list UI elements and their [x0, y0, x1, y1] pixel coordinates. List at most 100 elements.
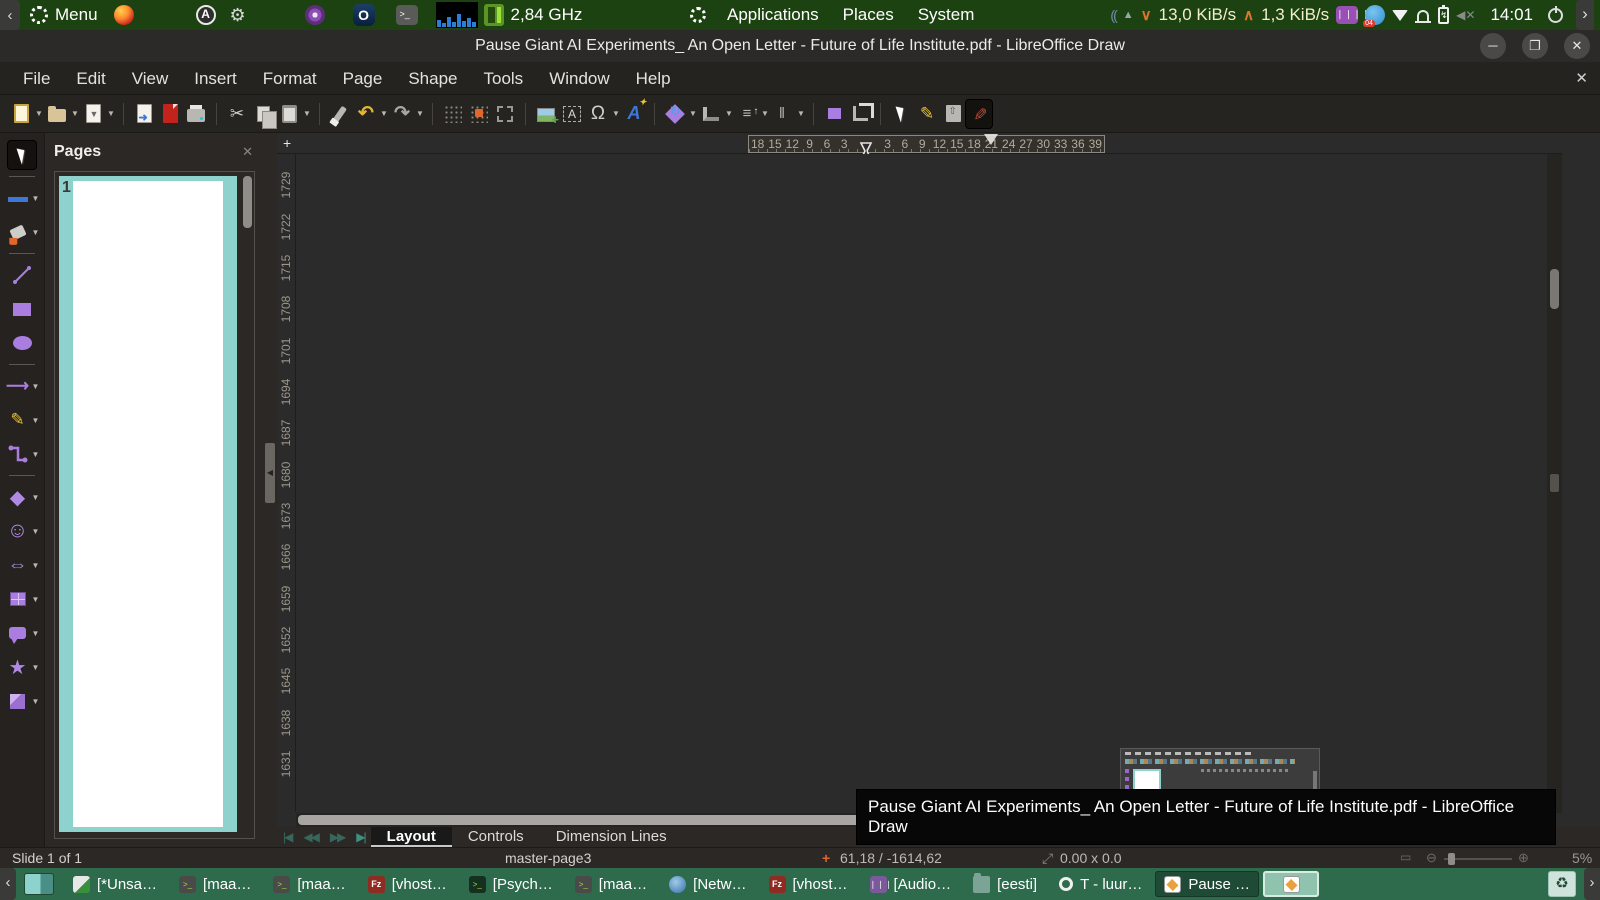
- curve-tool[interactable]: ✎: [4, 406, 32, 434]
- curve-dropdown[interactable]: ▼: [32, 416, 41, 425]
- vertical-scrollbar[interactable]: [1547, 154, 1562, 813]
- firefox-icon[interactable]: [113, 5, 134, 25]
- transformations-button[interactable]: [888, 100, 914, 128]
- rectangle-tool[interactable]: [8, 295, 36, 323]
- tor-browser-icon[interactable]: [304, 5, 325, 25]
- snap-to-grid-button[interactable]: [466, 100, 492, 128]
- menu-edit[interactable]: Edit: [63, 62, 118, 95]
- undo-button[interactable]: ↶: [353, 100, 379, 128]
- next-page-button[interactable]: ▶▶: [330, 830, 347, 844]
- menu-format[interactable]: Format: [250, 62, 330, 95]
- clock[interactable]: 14:01: [1490, 5, 1533, 25]
- callouts-tool[interactable]: [4, 619, 32, 647]
- symbol-shapes-tool[interactable]: ☺: [4, 517, 32, 545]
- close-button[interactable]: ✕: [1564, 33, 1590, 59]
- basic-shapes-tool[interactable]: ◆: [4, 483, 32, 511]
- block-arrows-dropdown[interactable]: ▼: [32, 561, 41, 570]
- zoom-in-button[interactable]: ⊕: [1518, 850, 1529, 866]
- system-menu[interactable]: System: [906, 0, 987, 30]
- cpu-frequency-icon[interactable]: [483, 4, 504, 26]
- rotate-button[interactable]: [662, 100, 688, 128]
- flowchart-tool[interactable]: [4, 585, 32, 613]
- first-page-button[interactable]: |◀: [283, 830, 293, 844]
- task-draw-document-hovered[interactable]: [1263, 871, 1320, 897]
- redo-button[interactable]: ↷: [389, 100, 415, 128]
- export-pdf-button[interactable]: [157, 100, 183, 128]
- wifi-icon[interactable]: ▲: [1123, 9, 1134, 21]
- window-titlebar[interactable]: Pause Giant AI Experiments_ An Open Lett…: [0, 30, 1600, 62]
- cpu-graph-applet[interactable]: [435, 2, 478, 28]
- insert-image-button[interactable]: [533, 100, 559, 128]
- helplines-button[interactable]: [492, 100, 518, 128]
- search-tool-icon[interactable]: A: [195, 5, 216, 25]
- menu-help[interactable]: Help: [623, 62, 684, 95]
- places-menu[interactable]: Places: [831, 0, 906, 30]
- network-signal-icon[interactable]: ((: [1110, 7, 1117, 23]
- panel-collapse-left-button[interactable]: ‹: [0, 0, 20, 30]
- menu-insert[interactable]: Insert: [181, 62, 250, 95]
- applications-menu[interactable]: Applications: [715, 0, 831, 30]
- battery-icon[interactable]: ↯: [1438, 4, 1450, 24]
- line-style-dropdown[interactable]: ▼: [32, 194, 41, 203]
- pages-panel-close-icon[interactable]: ✕: [242, 144, 253, 160]
- zoom-fit-icon[interactable]: ▭: [1400, 850, 1411, 864]
- new-document-dropdown[interactable]: ▼: [34, 100, 44, 128]
- menu-tools[interactable]: Tools: [471, 62, 537, 95]
- opera-icon[interactable]: O: [352, 4, 375, 26]
- cpu-frequency-label[interactable]: 2,84 GHz: [511, 5, 583, 25]
- task-opera[interactable]: T - luur…: [1050, 871, 1151, 897]
- open-dropdown[interactable]: ▼: [70, 100, 80, 128]
- save-dropdown[interactable]: ▼: [106, 100, 116, 128]
- task-unsaved-document[interactable]: [*Unsa…: [64, 871, 166, 897]
- panel-collapse-right-button[interactable]: ›: [1576, 0, 1594, 30]
- task-filezilla-1[interactable]: Fz [vhost…: [359, 871, 456, 897]
- print-button[interactable]: [183, 100, 209, 128]
- callouts-dropdown[interactable]: ▼: [32, 629, 41, 638]
- paste-button[interactable]: [276, 100, 302, 128]
- open-button[interactable]: [44, 100, 70, 128]
- arrange-dropdown[interactable]: ▼: [760, 100, 770, 128]
- ellipse-tool[interactable]: [8, 329, 36, 357]
- insert-textbox-button[interactable]: A: [559, 100, 585, 128]
- fill-color-dropdown[interactable]: ▼: [32, 228, 41, 237]
- power-icon[interactable]: [1548, 5, 1563, 23]
- vertical-scrollbar-thumb[interactable]: [1550, 269, 1559, 309]
- gluepoints-button[interactable]: ✎: [914, 100, 940, 128]
- select-tool[interactable]: [7, 140, 37, 170]
- connector-dropdown[interactable]: ▼: [32, 450, 41, 459]
- pages-scrollbar-thumb[interactable]: [243, 176, 252, 228]
- task-audio[interactable]: ❘❘❘ [Audio…: [861, 871, 961, 897]
- drawing-canvas[interactable]: [296, 154, 1547, 813]
- weather-applet-icon[interactable]: [1363, 5, 1386, 27]
- connector-tool[interactable]: [4, 440, 32, 468]
- audio-applet-icon[interactable]: ❘❘❘❘: [1336, 6, 1369, 24]
- main-menu-button[interactable]: Menu: [20, 0, 106, 30]
- task-terminal-1[interactable]: >_ [maa…: [170, 871, 260, 897]
- arrange-button[interactable]: ≡: [734, 100, 760, 128]
- 3d-objects-tool[interactable]: [4, 687, 32, 715]
- minimize-button[interactable]: ─: [1480, 33, 1506, 59]
- task-network[interactable]: [Netw…: [660, 871, 755, 897]
- copy-button[interactable]: [250, 100, 277, 129]
- scrollbar-split-handle[interactable]: [1550, 474, 1559, 492]
- draw-functions-toggle[interactable]: ✎: [965, 98, 993, 129]
- distribute-button[interactable]: ‖: [770, 100, 796, 128]
- page-thumbnail-selected[interactable]: 1: [59, 176, 237, 832]
- settings-gears-icon[interactable]: ⚙: [226, 5, 250, 26]
- tab-layout[interactable]: Layout: [370, 827, 452, 847]
- previous-page-button[interactable]: ◀◀: [303, 830, 320, 844]
- cut-button[interactable]: ✂: [224, 100, 250, 128]
- fontwork-button[interactable]: A: [621, 97, 647, 128]
- align-dropdown[interactable]: ▼: [724, 100, 734, 128]
- show-desktop-button[interactable]: [24, 873, 54, 895]
- special-character-button[interactable]: Ω: [585, 100, 611, 128]
- task-terminal-3[interactable]: >_ [Psych…: [460, 871, 562, 897]
- volume-muted-icon[interactable]: ◀✕: [1456, 8, 1475, 22]
- trash-applet-icon[interactable]: ♻: [1548, 871, 1576, 897]
- shadow-button[interactable]: [821, 100, 847, 128]
- align-button[interactable]: [698, 100, 724, 128]
- fill-color-tool[interactable]: [4, 218, 32, 246]
- menu-window[interactable]: Window: [536, 62, 622, 95]
- redo-dropdown[interactable]: ▼: [415, 100, 425, 128]
- restore-button[interactable]: ❐: [1522, 33, 1548, 59]
